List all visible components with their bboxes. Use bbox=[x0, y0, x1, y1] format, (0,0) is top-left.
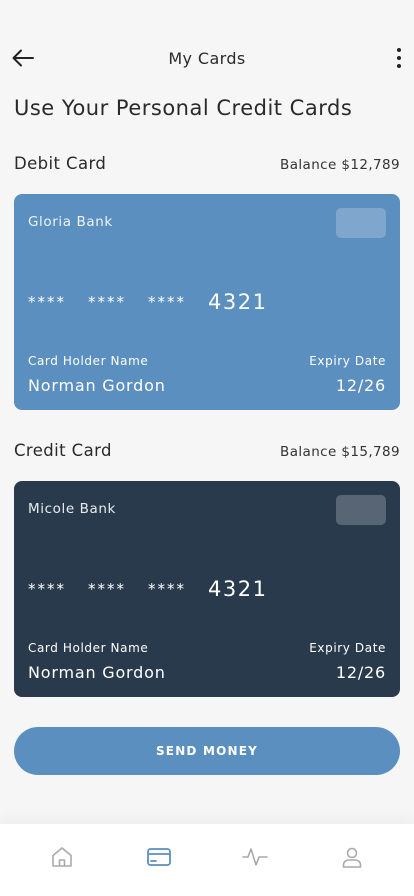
arrow-left-icon bbox=[12, 49, 34, 67]
holder-name: Norman Gordon bbox=[28, 376, 166, 395]
card-chip bbox=[336, 495, 386, 525]
credit-card[interactable]: Micole Bank **** **** **** 4321 Card Hol… bbox=[14, 481, 400, 697]
app-header: My Cards bbox=[0, 38, 414, 78]
debit-card[interactable]: Gloria Bank **** **** **** 4321 Card Hol… bbox=[14, 194, 400, 410]
user-icon bbox=[342, 847, 362, 868]
back-button[interactable] bbox=[10, 46, 36, 70]
page-heading: Use Your Personal Credit Cards bbox=[14, 96, 353, 120]
card-last-four: 4321 bbox=[208, 577, 268, 601]
nav-activity[interactable] bbox=[233, 835, 277, 879]
bank-name: Micole Bank bbox=[28, 501, 116, 517]
card-number: **** **** **** 4321 bbox=[28, 290, 267, 314]
credit-section-header: Credit Card Balance $15,789 bbox=[14, 441, 400, 460]
activity-icon bbox=[242, 848, 269, 866]
card-number-mask: **** bbox=[148, 580, 186, 598]
card-number-mask: **** bbox=[88, 293, 126, 311]
expiry-date: 12/26 bbox=[335, 376, 386, 395]
card-chip bbox=[336, 208, 386, 238]
card-number: **** **** **** 4321 bbox=[28, 577, 267, 601]
bottom-nav bbox=[0, 824, 414, 896]
card-number-mask: **** bbox=[88, 580, 126, 598]
holder-label: Card Holder Name bbox=[28, 641, 149, 655]
my-cards-screen: My Cards Use Your Personal Credit Cards … bbox=[0, 0, 414, 896]
card-number-mask: **** bbox=[28, 580, 66, 598]
nav-cards[interactable] bbox=[137, 835, 181, 879]
card-icon bbox=[146, 848, 171, 866]
section-label: Debit Card bbox=[14, 154, 107, 173]
card-number-mask: **** bbox=[148, 293, 186, 311]
card-number-mask: **** bbox=[28, 293, 66, 311]
expiry-label: Expiry Date bbox=[309, 641, 386, 655]
nav-home[interactable] bbox=[40, 835, 84, 879]
more-vertical-icon-dot bbox=[397, 56, 401, 60]
expiry-label: Expiry Date bbox=[309, 354, 386, 368]
home-icon bbox=[52, 847, 73, 867]
more-options-button[interactable] bbox=[394, 46, 404, 70]
nav-profile[interactable] bbox=[330, 835, 374, 879]
section-balance: Balance $12,789 bbox=[280, 157, 400, 173]
more-vertical-icon-dot bbox=[397, 64, 401, 68]
holder-name: Norman Gordon bbox=[28, 663, 166, 682]
debit-section-header: Debit Card Balance $12,789 bbox=[14, 154, 400, 173]
bank-name: Gloria Bank bbox=[28, 214, 113, 230]
section-label: Credit Card bbox=[14, 441, 112, 460]
section-balance: Balance $15,789 bbox=[280, 444, 400, 460]
expiry-date: 12/26 bbox=[335, 663, 386, 682]
page-title: My Cards bbox=[168, 48, 246, 68]
holder-label: Card Holder Name bbox=[28, 354, 149, 368]
more-vertical-icon-dot bbox=[397, 48, 401, 52]
send-money-button[interactable]: SEND MONEY bbox=[14, 727, 400, 775]
card-last-four: 4321 bbox=[208, 290, 268, 314]
